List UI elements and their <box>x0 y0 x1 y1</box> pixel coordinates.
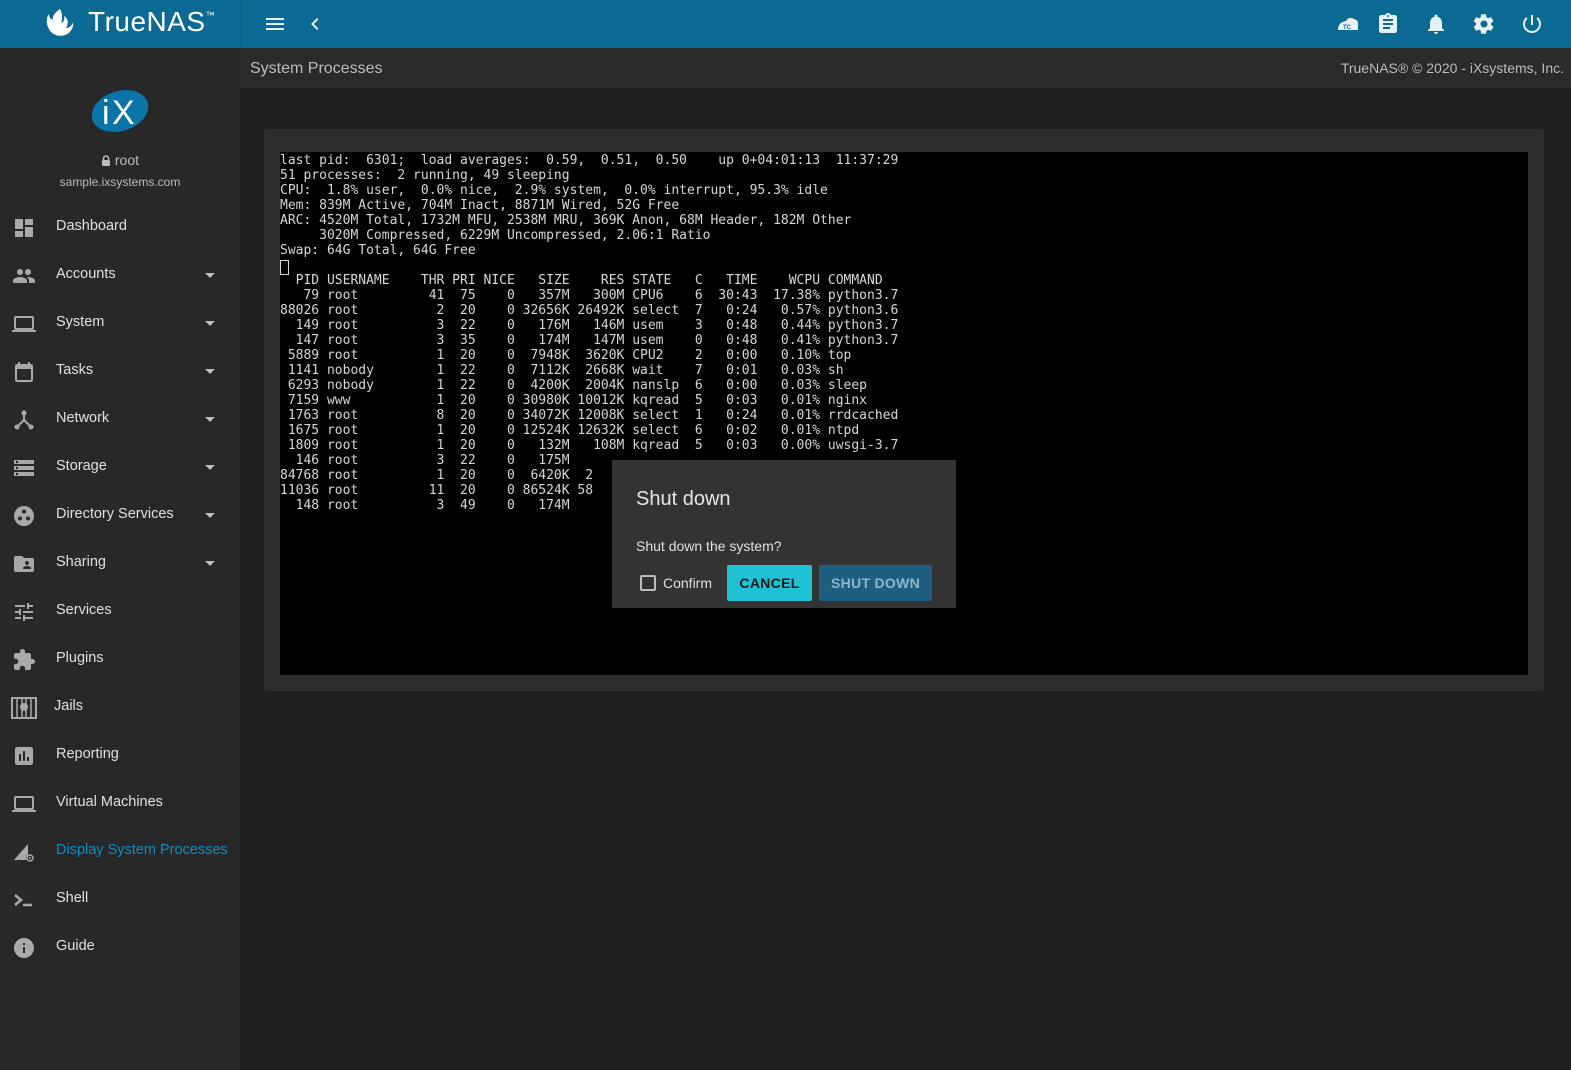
brand-name: TrueNAS™ <box>88 6 216 37</box>
sidebar-item-display-system-processes[interactable]: Display System Processes <box>0 828 240 876</box>
sidebar-item-shell[interactable]: Shell <box>0 876 240 924</box>
sidebar-item-network[interactable]: Network <box>0 396 240 444</box>
sidebar-item-tasks[interactable]: Tasks <box>0 348 240 396</box>
chart-icon <box>12 744 36 768</box>
chevron-down-icon <box>205 561 215 566</box>
sidebar-item-label: Virtual Machines <box>56 794 163 810</box>
sidebar-item-dashboard[interactable]: Dashboard <box>0 204 240 252</box>
laptop-icon <box>12 312 36 336</box>
copyright: TrueNAS® © 2020 - iXsystems, Inc. <box>1340 60 1564 76</box>
sidebar-item-accounts[interactable]: Accounts <box>0 252 240 300</box>
sidebar-item-system[interactable]: System <box>0 300 240 348</box>
shut-down-button[interactable]: SHUT DOWN <box>819 565 932 601</box>
top-toolbar: TrueNAS™ TC <box>0 0 1571 49</box>
ix-logo-avatar: i X <box>88 84 152 138</box>
jail-icon <box>10 696 38 720</box>
svg-text:TC: TC <box>1343 25 1352 31</box>
sidebar-item-label: Reporting <box>56 746 119 762</box>
clipboard-icon[interactable] <box>1376 12 1400 36</box>
truecommand-icon[interactable]: TC <box>1336 12 1360 36</box>
chevron-down-icon <box>205 417 215 422</box>
info-icon <box>12 936 36 960</box>
chevron-down-icon <box>205 321 215 326</box>
dialog-message: Shut down the system? <box>636 538 782 554</box>
sidebar-item-label: Accounts <box>56 266 116 282</box>
shutdown-dialog: Shut down Shut down the system? Confirm … <box>612 460 956 608</box>
sidebar-item-label: Shell <box>56 890 89 906</box>
sidebar-item-label: Tasks <box>56 362 94 378</box>
chevron-down-icon <box>205 369 215 374</box>
terminal-icon <box>12 888 36 912</box>
computer-icon <box>12 792 36 816</box>
sidebar-item-reporting[interactable]: Reporting <box>0 732 240 780</box>
sidebar-item-label: Sharing <box>56 554 106 570</box>
confirm-checkbox[interactable] <box>640 575 656 591</box>
sidebar-item-guide[interactable]: Guide <box>0 924 240 972</box>
tune-icon <box>12 600 36 624</box>
cancel-button[interactable]: CANCEL <box>727 565 812 601</box>
brand[interactable]: TrueNAS™ <box>0 0 241 48</box>
sidebar-item-directory-services[interactable]: Directory Services <box>0 492 240 540</box>
chevron-down-icon <box>205 513 215 518</box>
sidebar-item-jails[interactable]: Jails <box>0 684 240 732</box>
sidebar-item-label: System <box>56 314 105 330</box>
sidebar-item-plugins[interactable]: Plugins <box>0 636 240 684</box>
user-name: root <box>0 152 240 168</box>
dashboard-icon <box>12 216 36 240</box>
page-title: System Processes <box>250 60 383 77</box>
sidebar-item-services[interactable]: Services <box>0 588 240 636</box>
truenas-logo-icon <box>46 9 74 36</box>
people-icon <box>12 264 36 288</box>
sidebar-item-label: Directory Services <box>56 506 174 522</box>
terminal-output: last pid: 6301; load averages: 0.59, 0.5… <box>280 153 899 513</box>
sidebar-item-storage[interactable]: Storage <box>0 444 240 492</box>
calendar-icon <box>12 360 36 384</box>
gear-icon[interactable] <box>1472 12 1496 36</box>
svg-text:X: X <box>112 94 135 132</box>
terminal-cursor <box>280 260 289 275</box>
processes-icon <box>12 840 36 864</box>
menu-icon[interactable] <box>263 12 287 36</box>
folder-shared-icon <box>12 552 36 576</box>
dialog-title: Shut down <box>636 488 731 510</box>
sidebar-item-label: Dashboard <box>56 218 127 234</box>
power-icon[interactable] <box>1520 12 1544 36</box>
sidebar-item-label: Network <box>56 410 110 426</box>
sidebar-item-sharing[interactable]: Sharing <box>0 540 240 588</box>
storage-icon <box>12 456 36 480</box>
page-header: System Processes TrueNAS® © 2020 - iXsys… <box>240 48 1571 88</box>
host-name: sample.ixsystems.com <box>59 175 181 189</box>
chevron-down-icon <box>205 465 215 470</box>
lock-icon <box>101 155 110 166</box>
confirm-label[interactable]: Confirm <box>663 575 712 591</box>
sidebar-item-label: Jails <box>54 698 84 714</box>
sidebar-item-label: Storage <box>56 458 107 474</box>
chevron-down-icon <box>205 273 215 278</box>
sidebar-item-label: Services <box>56 602 112 618</box>
back-chevron-icon[interactable] <box>303 12 327 36</box>
directory-icon <box>12 504 36 528</box>
bell-icon[interactable] <box>1424 12 1448 36</box>
sidebar-item-label: Display System Processes <box>56 842 228 858</box>
svg-text:i: i <box>102 94 110 132</box>
network-icon <box>12 408 36 432</box>
sidebar-item-label: Plugins <box>56 650 104 666</box>
sidebar: i X root sample.ixsystems.com Dashboard … <box>0 48 240 1070</box>
sidebar-item-label: Guide <box>56 938 95 954</box>
puzzle-icon <box>12 648 36 672</box>
sidebar-item-virtual-machines[interactable]: Virtual Machines <box>0 780 240 828</box>
